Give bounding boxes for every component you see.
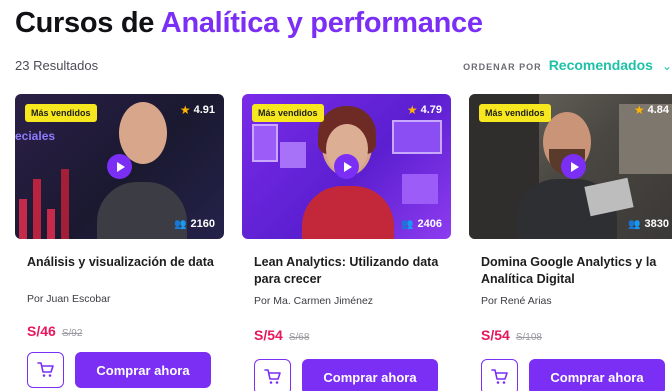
course-card[interactable]: Más vendidos ★ 4.84 👥 3830 Domina Google A…: [469, 94, 672, 391]
users-icon: 👥: [401, 218, 414, 230]
current-price: S/46: [27, 323, 56, 339]
buy-now-button[interactable]: Comprar ahora: [529, 359, 665, 391]
page-title-prefix: Cursos de: [15, 7, 161, 39]
students-count: 👥 2406: [401, 218, 442, 230]
add-to-cart-button[interactable]: [481, 359, 518, 391]
students-count: 👥 3830: [628, 218, 669, 230]
bestseller-badge: Más vendidos: [252, 104, 324, 122]
users-icon: 👥: [628, 218, 641, 230]
cart-icon: [36, 362, 54, 377]
course-title[interactable]: Lean Analytics: Utilizando data para cre…: [254, 254, 451, 288]
star-icon: ★: [179, 103, 191, 117]
current-price: S/54: [481, 327, 510, 343]
play-icon: [343, 161, 352, 172]
add-to-cart-button[interactable]: [254, 359, 291, 391]
original-price: S/92: [61, 328, 83, 339]
cart-icon: [490, 369, 508, 384]
course-author: Por René Arias: [481, 295, 552, 307]
course-title[interactable]: Domina Google Analytics y la Analítica D…: [481, 254, 672, 288]
chevron-down-icon[interactable]: ⌄: [662, 59, 672, 73]
buy-now-button[interactable]: Comprar ahora: [75, 352, 211, 388]
users-icon: 👥: [174, 218, 187, 230]
play-button[interactable]: [334, 154, 359, 179]
course-author: Por Ma. Carmen Jiménez: [254, 295, 374, 307]
bestseller-badge: Más vendidos: [479, 104, 551, 122]
play-icon: [116, 161, 125, 172]
course-rating: ★ 4.91: [179, 103, 215, 117]
price-row: S/54 S/108: [481, 327, 542, 343]
course-rating: ★ 4.84: [633, 103, 669, 117]
course-author: Por Juan Escobar: [27, 293, 111, 305]
course-card[interactable]: eciales Más vendidos ★ 4.91 👥 2160 Análisi…: [15, 94, 224, 391]
course-rating: ★ 4.79: [406, 103, 442, 117]
course-thumbnail[interactable]: Más vendidos ★ 4.84 👥 3830: [469, 94, 672, 239]
original-price: S/108: [515, 332, 542, 343]
star-icon: ★: [633, 103, 645, 117]
price-row: S/54 S/68: [254, 327, 309, 343]
cart-icon: [263, 369, 281, 384]
course-thumbnail[interactable]: eciales Más vendidos ★ 4.91 👥 2160: [15, 94, 224, 239]
course-title[interactable]: Análisis y visualización de data: [27, 254, 224, 271]
add-to-cart-button[interactable]: [27, 352, 64, 388]
buy-now-button[interactable]: Comprar ahora: [302, 359, 438, 391]
students-count: 👥 2160: [174, 218, 215, 230]
star-icon: ★: [406, 103, 418, 117]
bestseller-badge: Más vendidos: [25, 104, 97, 122]
thumbnail-text: eciales: [15, 129, 56, 143]
page-title-accent: Analítica y performance: [160, 7, 483, 39]
play-icon: [570, 161, 579, 172]
play-button[interactable]: [107, 154, 132, 179]
original-price: S/68: [288, 332, 310, 343]
sort-control[interactable]: ORDENAR POR Recomendados ⌄: [463, 57, 672, 73]
course-thumbnail[interactable]: Más vendidos ★ 4.79 👥 2406: [242, 94, 451, 239]
sort-label: ORDENAR POR: [463, 62, 542, 72]
course-card[interactable]: Más vendidos ★ 4.79 👥 2406 Lean Analytics:…: [242, 94, 451, 391]
price-row: S/46 S/92: [27, 323, 82, 339]
sort-value[interactable]: Recomendados: [549, 57, 653, 73]
play-button[interactable]: [561, 154, 586, 179]
current-price: S/54: [254, 327, 283, 343]
results-count: 23 Resultados: [15, 58, 99, 73]
page-title: Cursos de Analítica y performance: [15, 7, 483, 40]
